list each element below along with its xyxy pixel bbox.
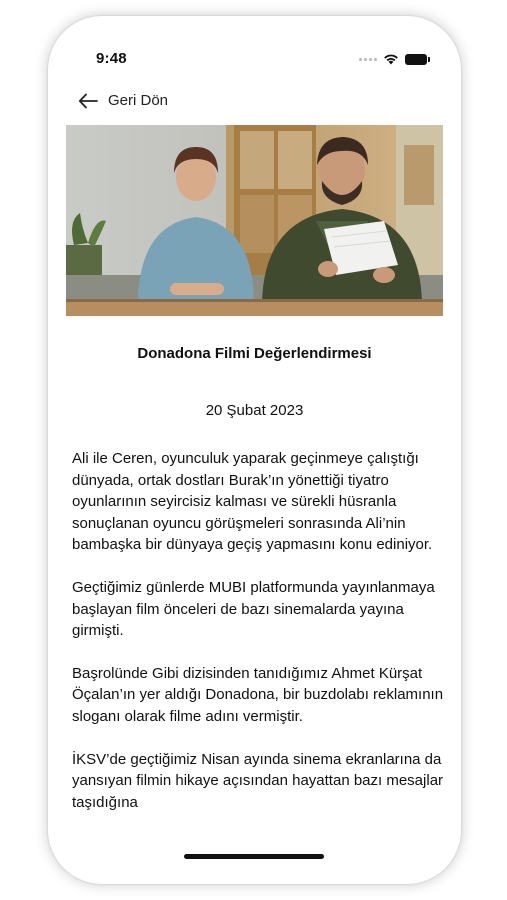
arrow-left-icon	[78, 93, 98, 108]
article-paragraph: Geçtiğimiz günlerde MUBI platformunda ya…	[72, 578, 435, 640]
phone-frame: 9:48 Geri Dön Donadona Filmi Değerlendir…	[48, 16, 461, 884]
wifi-icon	[384, 54, 398, 65]
article-title: Donadona Filmi Değerlendirmesi	[137, 345, 372, 362]
hero-image	[66, 125, 443, 316]
signal-dots-icon	[359, 57, 377, 61]
back-label: Geri Dön	[108, 92, 169, 109]
article-body: Ali ile Ceren, oyunculuk yaparak geçinme…	[72, 448, 444, 834]
film-still-illustration	[66, 125, 443, 316]
home-indicator[interactable]	[184, 854, 324, 859]
article-date: 20 Şubat 2023	[205, 402, 304, 419]
back-button[interactable]: Geri Dön	[78, 92, 168, 109]
status-icons	[359, 53, 430, 65]
status-bar: 9:48	[48, 16, 461, 86]
article-paragraph: Başrolünde Gibi dizisinden tanıdığımız A…	[72, 664, 444, 725]
status-time: 9:48	[96, 50, 127, 67]
battery-icon	[405, 53, 430, 65]
article-paragraph: Ali ile Ceren, oyunculuk yaparak geçinme…	[72, 450, 433, 554]
article-paragraph: İKSV’de geçtiğimiz Nisan ayında sinema e…	[72, 750, 444, 811]
